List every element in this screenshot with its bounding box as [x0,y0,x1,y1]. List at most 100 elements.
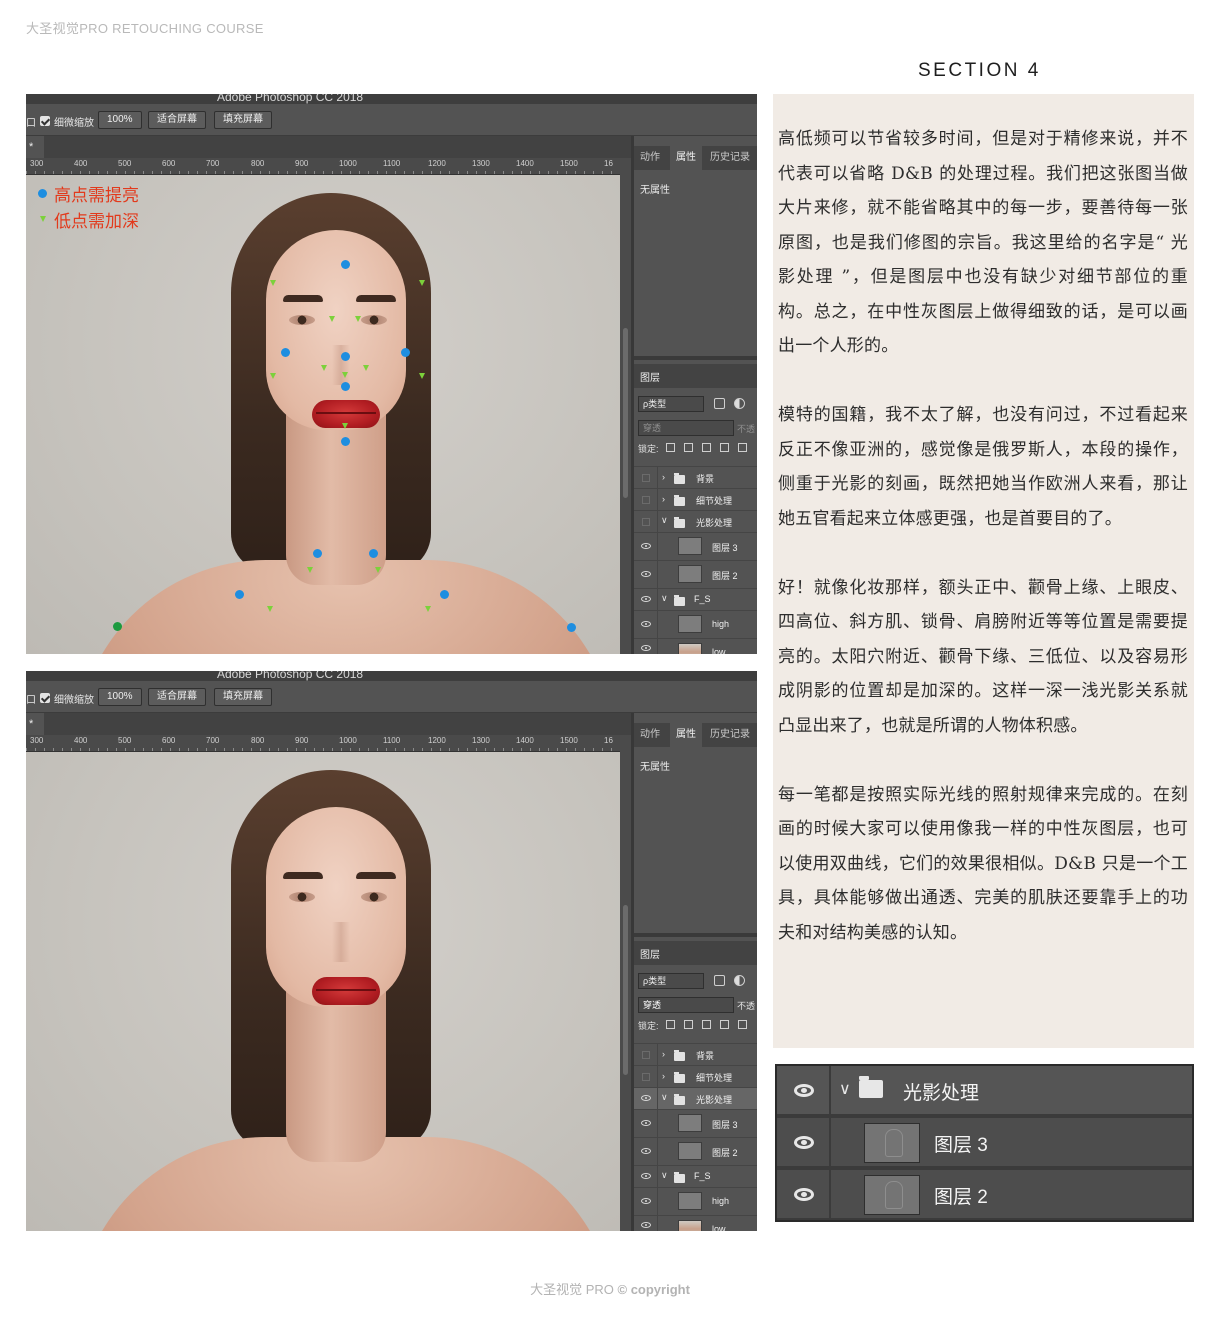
eye-icon[interactable] [794,1188,814,1201]
zoom-row-group[interactable]: ∨ 光影处理 [777,1066,1192,1116]
ruler-tick: 16 [604,159,613,168]
lock-brush-icon[interactable] [684,443,693,452]
eye-icon[interactable] [794,1084,814,1097]
visibility-off-box[interactable] [642,496,650,504]
shadow-marker [321,365,327,371]
layer-row-background[interactable]: › 背景 [634,466,757,488]
layers-panel-title[interactable]: 图层 [640,369,660,384]
lock-artboard-icon[interactable] [720,443,729,452]
filter-image-icon[interactable] [714,398,725,409]
eye-icon[interactable] [641,645,651,651]
eye-icon[interactable] [641,1198,651,1204]
tab-properties[interactable]: 属性 [670,146,702,170]
eye-icon[interactable] [641,1148,651,1154]
eye-icon[interactable] [641,1120,651,1126]
layer-row-light-shadow[interactable]: ∨ 光影处理 [634,510,757,532]
chevron-down-icon[interactable]: ∨ [661,1092,668,1103]
layer-row-detail[interactable]: › 细节处理 [634,488,757,510]
scrubby-zoom-checkbox[interactable] [40,116,50,126]
layer-row-low[interactable]: low [634,638,757,654]
tab-actions[interactable]: 动作 [640,146,660,170]
zoom-row-layer3[interactable]: 图层 3 [777,1118,1192,1168]
scrubby-zoom-checkbox[interactable] [40,693,50,703]
lock-pixels-icon[interactable] [666,1020,675,1029]
layer-row-layer2[interactable]: 图层 2 [634,560,757,588]
chevron-down-icon[interactable]: ∨ [661,593,668,604]
blend-mode-select[interactable]: 穿透 [638,997,734,1013]
layer-row-detail[interactable]: › 细节处理 [634,1065,757,1087]
zoom-row-layer2[interactable]: 图层 2 [777,1170,1192,1220]
layer-filter-kind[interactable]: ρ类型 [638,396,704,412]
chevron-right-icon[interactable]: › [662,1071,665,1081]
chevron-right-icon[interactable]: › [662,494,665,504]
fill-screen-button[interactable]: 填充屏幕 [214,688,272,706]
visibility-off-box[interactable] [642,1073,650,1081]
chevron-right-icon[interactable]: › [662,1049,665,1059]
blend-mode-select[interactable]: 穿透 [638,420,734,436]
photo-canvas-result[interactable] [26,752,620,1231]
scroll-thumb[interactable] [623,328,628,498]
lock-artboard-icon[interactable] [720,1020,729,1029]
ruler-tick: 900 [295,159,309,168]
photo-canvas-annotated[interactable]: 高点需提亮 低点需加深 [26,175,620,654]
group-name: 光影处理 [903,1083,980,1104]
folder-icon [859,1076,883,1098]
eye-icon[interactable] [641,571,651,577]
eye-icon[interactable] [641,596,651,602]
eye-icon[interactable] [641,1173,651,1179]
tab-properties[interactable]: 属性 [670,723,702,747]
chevron-down-icon[interactable]: ∨ [661,1170,668,1181]
eye-icon[interactable] [641,1095,651,1101]
layer-row-layer2[interactable]: 图层 2 [634,1137,757,1165]
vertical-scrollbar[interactable] [620,158,631,654]
layers-panel-title[interactable]: 图层 [640,946,660,961]
eye-icon[interactable] [641,543,651,549]
visibility-off-box[interactable] [642,474,650,482]
layer-row-high[interactable]: high [634,1187,757,1215]
fit-screen-button[interactable]: 适合屏幕 [148,111,206,129]
lock-pixels-icon[interactable] [666,443,675,452]
layer-thumbnail [678,1142,702,1160]
chevron-down-icon[interactable]: ∨ [839,1079,851,1099]
fill-screen-button[interactable]: 填充屏幕 [214,111,272,129]
visibility-off-box[interactable] [642,518,650,526]
lock-all-icon[interactable] [738,1020,747,1029]
chevron-right-icon[interactable]: › [662,472,665,482]
layer-row-background[interactable]: › 背景 [634,1043,757,1065]
lock-all-icon[interactable] [738,443,747,452]
lock-move-icon[interactable] [702,443,711,452]
eye-icon[interactable] [641,1222,651,1228]
layer-row-light-shadow[interactable]: ∨ 光影处理 [634,1087,757,1109]
layer-row-fs[interactable]: ∨ F_S [634,588,757,610]
footer: 大圣视觉 PRO © copyright [0,1279,1220,1298]
layer-row-high[interactable]: high [634,610,757,638]
shadow-marker [355,316,361,322]
scroll-thumb[interactable] [623,905,628,1075]
zoom-100-button[interactable]: 100% [98,688,142,706]
layer-row-fs[interactable]: ∨ F_S [634,1165,757,1187]
filter-adjustment-icon[interactable] [734,975,745,986]
document-tab[interactable]: * [26,136,44,158]
visibility-off-box[interactable] [642,1051,650,1059]
layer-row-low[interactable]: low [634,1215,757,1231]
shadow-marker [270,280,276,286]
tab-history[interactable]: 历史记录 [710,723,750,747]
eye-icon[interactable] [641,621,651,627]
tab-actions[interactable]: 动作 [640,723,660,747]
document-tab[interactable]: * [26,713,44,735]
zoom-100-button[interactable]: 100% [98,111,142,129]
lock-move-icon[interactable] [702,1020,711,1029]
layer-filter-kind[interactable]: ρ类型 [638,973,704,989]
lock-brush-icon[interactable] [684,1020,693,1029]
filter-image-icon[interactable] [714,975,725,986]
vertical-scrollbar[interactable] [620,735,631,1231]
fit-screen-button[interactable]: 适合屏幕 [148,688,206,706]
filter-adjustment-icon[interactable] [734,398,745,409]
eye-icon[interactable] [794,1136,814,1149]
layer-row-layer3[interactable]: 图层 3 [634,532,757,560]
shadow-marker [375,567,381,573]
layer-row-layer3[interactable]: 图层 3 [634,1109,757,1137]
tab-history[interactable]: 历史记录 [710,146,750,170]
chevron-down-icon[interactable]: ∨ [661,515,668,526]
ruler-tick: 1500 [560,736,578,745]
